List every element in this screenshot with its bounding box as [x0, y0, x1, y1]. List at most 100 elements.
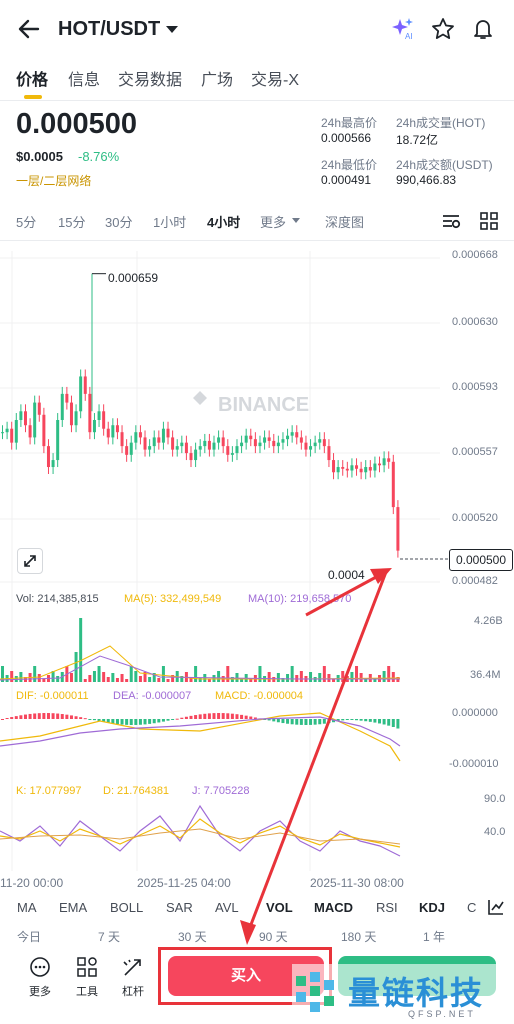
back-arrow-icon[interactable]: [14, 14, 44, 44]
candle-body: [37, 402, 41, 415]
volume-bar: [309, 672, 313, 682]
volume-bar: [258, 666, 262, 682]
caret-down-icon: [166, 26, 179, 34]
pair-selector[interactable]: HOT/USDT: [58, 14, 179, 44]
macd-bar: [23, 714, 27, 719]
watermark-site: QFSP.NET: [408, 1009, 476, 1019]
macd-bar: [217, 713, 221, 719]
candle-body: [387, 458, 391, 462]
tab-trade-data[interactable]: 交易数据: [118, 66, 182, 90]
candles: [1, 273, 449, 560]
range-7d[interactable]: 7 天: [98, 928, 120, 945]
candle-body: [83, 376, 87, 394]
more-button[interactable]: 更多: [20, 956, 60, 999]
candle-body: [350, 465, 354, 471]
macd-bar: [230, 713, 234, 719]
candle-body: [345, 468, 349, 471]
candle-body: [1, 432, 4, 434]
candle-body: [244, 435, 248, 443]
tab-square[interactable]: 广场: [201, 66, 233, 90]
star-icon[interactable]: [428, 14, 458, 44]
ai-sparkle-icon[interactable]: AI: [388, 14, 418, 44]
expand-icon[interactable]: [17, 548, 43, 574]
macd-bar: [276, 719, 280, 723]
macd-bar: [373, 719, 377, 723]
tools-button[interactable]: 工具: [67, 956, 107, 999]
candle-body: [194, 449, 198, 461]
ind-vol[interactable]: VOL: [266, 900, 293, 915]
bell-icon[interactable]: [468, 14, 498, 44]
volume-bar: [341, 671, 345, 682]
ind-boll[interactable]: BOLL: [110, 900, 143, 915]
x-tick: 2025-11-25 04:00: [137, 876, 231, 890]
candle-body: [313, 442, 317, 447]
volume-bar: [299, 671, 303, 682]
macd-bar: [115, 719, 119, 725]
macd-bar: [157, 719, 161, 723]
range-90d[interactable]: 90 天: [259, 928, 288, 945]
candle-body: [23, 411, 27, 426]
grid-layout-icon[interactable]: [478, 210, 500, 232]
range-1y[interactable]: 1 年: [423, 928, 445, 945]
ind-c[interactable]: C: [467, 900, 476, 915]
ind-sar[interactable]: SAR: [166, 900, 193, 915]
macd-bar: [28, 713, 32, 719]
candle-body: [355, 465, 359, 469]
candle-body: [74, 411, 78, 426]
candle-body: [258, 442, 262, 447]
ind-kdj[interactable]: KDJ: [419, 900, 445, 915]
macd-bar: [350, 719, 354, 720]
tf-1h[interactable]: 1小时: [153, 212, 186, 231]
tf-4h[interactable]: 4小时: [207, 212, 240, 231]
tf-more[interactable]: 更多: [260, 212, 286, 231]
tf-15m[interactable]: 15分: [58, 212, 85, 231]
ind-rsi[interactable]: RSI: [376, 900, 398, 915]
candle-body: [79, 376, 83, 412]
macd-bar: [51, 713, 55, 719]
volume-bar: [318, 673, 322, 682]
tab-trade-x[interactable]: 交易-X: [251, 66, 299, 90]
volume-bar: [10, 671, 14, 682]
candle-body: [290, 432, 294, 436]
candle-body: [332, 460, 336, 473]
candle-body: [129, 442, 133, 455]
volume-bar: [276, 673, 280, 682]
candle-body: [378, 463, 382, 466]
candle-body: [276, 442, 280, 447]
chart-settings-icon[interactable]: [440, 210, 462, 232]
range-today[interactable]: 今日: [17, 928, 41, 945]
indicator-settings-icon[interactable]: [486, 897, 506, 917]
candle-body: [327, 446, 331, 461]
macd-bar: [391, 719, 395, 728]
last-price: 0.000500: [16, 108, 137, 140]
candle-body: [281, 439, 285, 443]
candle-body: [115, 425, 119, 433]
tab-info[interactable]: 信息: [68, 66, 100, 90]
high-label: 24h最高价: [321, 116, 378, 130]
volume-bar: [161, 666, 165, 682]
macd-bar: [148, 719, 152, 724]
macd-bar: [46, 713, 50, 719]
volume-bar: [148, 677, 152, 682]
network-tag[interactable]: 一层/二层网络: [16, 172, 91, 189]
volume-bar: [19, 672, 23, 682]
svg-text:AI: AI: [405, 32, 413, 41]
ind-avl[interactable]: AVL: [215, 900, 239, 915]
tf-depth[interactable]: 深度图: [325, 212, 364, 231]
page-tabs: 价格 信息 交易数据 广场 交易-X: [0, 62, 514, 96]
range-180d[interactable]: 180 天: [341, 928, 376, 945]
tab-price[interactable]: 价格: [16, 66, 48, 90]
macd-bar: [355, 719, 359, 721]
more-label: 更多: [29, 986, 51, 998]
ind-macd[interactable]: MACD: [314, 900, 353, 915]
range-30d[interactable]: 30 天: [178, 928, 207, 945]
volume-label: 24h成交量(HOT): [396, 116, 486, 130]
ind-ma[interactable]: MA: [17, 900, 37, 915]
macd-tick: -0.000010: [449, 758, 499, 770]
leverage-button[interactable]: 杠杆: [113, 956, 153, 999]
macd-bar: [134, 719, 138, 725]
tf-5m[interactable]: 5分: [16, 212, 36, 231]
tf-30m[interactable]: 30分: [105, 212, 132, 231]
ind-ema[interactable]: EMA: [59, 900, 87, 915]
candle-body: [134, 432, 138, 443]
